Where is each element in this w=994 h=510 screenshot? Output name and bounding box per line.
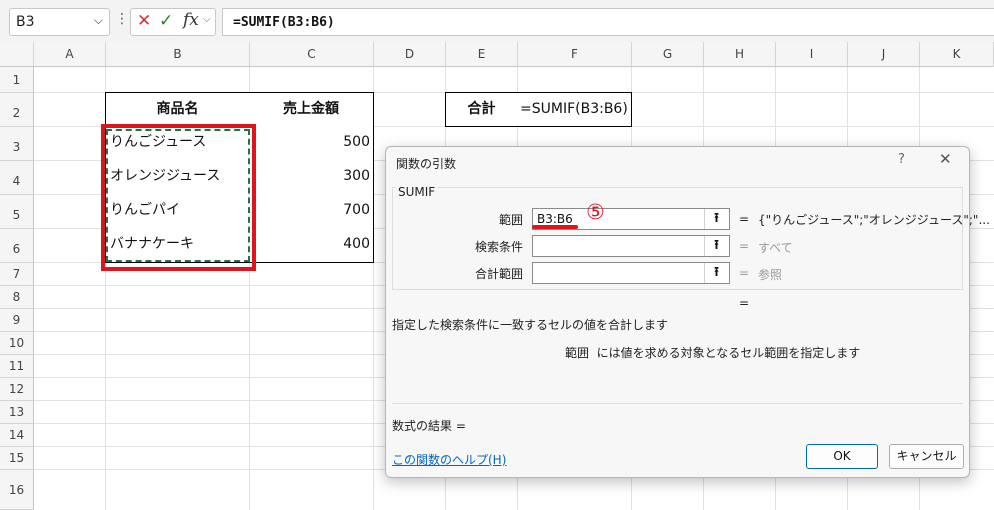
- col-header-e[interactable]: E: [446, 42, 518, 67]
- function-help-link[interactable]: この関数のヘルプ(H): [392, 451, 506, 468]
- chevron-down-icon[interactable]: ⌵: [203, 14, 211, 25]
- col-header-g[interactable]: G: [632, 42, 704, 67]
- arg-result-criteria: すべて: [758, 241, 793, 255]
- col-header-a[interactable]: A: [34, 42, 106, 67]
- row-header[interactable]: 3: [0, 127, 34, 161]
- formula-result: 数式の結果 =: [392, 419, 466, 433]
- row-header[interactable]: 9: [0, 309, 34, 332]
- argument-description-text: には値を求める対象となるセル範囲を指定します: [596, 346, 861, 360]
- row-header[interactable]: 1: [0, 67, 34, 93]
- arg-label-range: 範囲: [498, 213, 523, 227]
- col-header-d[interactable]: D: [374, 42, 446, 67]
- cell-c5[interactable]: 700: [249, 194, 374, 229]
- row-header[interactable]: 16: [0, 470, 34, 510]
- argument-description: 範囲 には値を求める対象となるセル範囲を指定します: [565, 344, 860, 361]
- highlight-box: [101, 124, 256, 271]
- name-box[interactable]: B3 ⌵: [9, 8, 110, 36]
- formula-result-equals: =: [739, 296, 750, 310]
- step-marker: ⑤: [586, 200, 605, 224]
- row-header[interactable]: 15: [0, 447, 34, 470]
- arg-label-criteria: 検索条件: [474, 240, 523, 254]
- function-description: 指定した検索条件に一致するセルの値を合計します: [392, 318, 669, 332]
- criteria-input[interactable]: [532, 235, 730, 257]
- sum-range-input[interactable]: [532, 262, 730, 284]
- cell-e2-total-label[interactable]: 合計: [445, 92, 518, 127]
- cell-c2-header-sales[interactable]: 売上金額: [249, 92, 374, 127]
- ok-button[interactable]: OK: [806, 444, 878, 469]
- cell-c6[interactable]: 400: [249, 228, 374, 263]
- row-header[interactable]: 12: [0, 378, 34, 401]
- row-header[interactable]: 2: [0, 93, 34, 127]
- row-header[interactable]: 7: [0, 263, 34, 286]
- arg-result-sum-range: 参照: [758, 268, 783, 282]
- argument-name: 範囲: [565, 346, 590, 360]
- arg-equals: =: [739, 212, 750, 226]
- dialog-title: 関数の引数: [396, 157, 457, 171]
- col-header-f[interactable]: F: [518, 42, 632, 67]
- cell-c3[interactable]: 500: [249, 126, 374, 161]
- cell-b2-header-name[interactable]: 商品名: [105, 92, 250, 127]
- col-header-c[interactable]: C: [250, 42, 374, 67]
- close-icon[interactable]: ✕: [939, 150, 952, 168]
- cancel-icon[interactable]: ✕: [137, 11, 151, 31]
- cell-f2-formula[interactable]: =SUMIF(B3:B6): [517, 92, 632, 127]
- col-header-h[interactable]: H: [704, 42, 776, 67]
- row-header[interactable]: 4: [0, 161, 34, 195]
- select-all-corner[interactable]: [0, 42, 34, 67]
- col-header-k[interactable]: K: [920, 42, 994, 67]
- row-header[interactable]: 8: [0, 286, 34, 309]
- function-arguments-dialog: 関数の引数 ? ✕ SUMIF 範囲 B3:B6 ⭱ = {"りんごジュース";…: [385, 146, 990, 478]
- cell-c4[interactable]: 300: [249, 160, 374, 195]
- row-header[interactable]: 13: [0, 401, 34, 424]
- col-header-i[interactable]: I: [776, 42, 848, 67]
- cancel-button[interactable]: キャンセル: [889, 444, 964, 469]
- arg-label-sum-range: 合計範囲: [474, 267, 523, 281]
- insert-function-icon[interactable]: fx: [183, 10, 199, 30]
- collapse-dialog-icon[interactable]: ⭱: [704, 236, 728, 256]
- chevron-down-icon[interactable]: ⌵: [94, 13, 103, 28]
- enter-icon[interactable]: ✓: [159, 11, 173, 31]
- formula-buttons: ✕ ✓ fx ⌵: [130, 8, 216, 36]
- name-box-value: B3: [16, 14, 35, 30]
- row-header[interactable]: 11: [0, 355, 34, 378]
- col-header-j[interactable]: J: [848, 42, 920, 67]
- collapse-dialog-icon[interactable]: ⭱: [704, 263, 728, 283]
- arg-result-range: {"りんごジュース";"オレンジジュース";"...: [758, 213, 990, 227]
- collapse-dialog-icon[interactable]: ⭱: [704, 209, 728, 229]
- row-header[interactable]: 6: [0, 229, 34, 263]
- row-header[interactable]: 5: [0, 195, 34, 229]
- range-input-value: B3:B6: [537, 212, 573, 226]
- row-header[interactable]: 10: [0, 332, 34, 355]
- formula-input[interactable]: =SUMIF(B3:B6): [222, 8, 994, 36]
- function-name: SUMIF: [396, 185, 438, 199]
- arg-equals: =: [739, 266, 750, 280]
- formula-bar: B3 ⌵ ⋮ ✕ ✓ fx ⌵ =SUMIF(B3:B6): [0, 0, 994, 42]
- more-options-icon[interactable]: ⋮: [115, 11, 129, 27]
- row-header[interactable]: 14: [0, 424, 34, 447]
- divider: [392, 403, 963, 404]
- col-header-b[interactable]: B: [106, 42, 250, 67]
- highlight-underline: [532, 225, 578, 229]
- help-icon[interactable]: ?: [898, 152, 905, 167]
- arg-equals: =: [739, 239, 750, 253]
